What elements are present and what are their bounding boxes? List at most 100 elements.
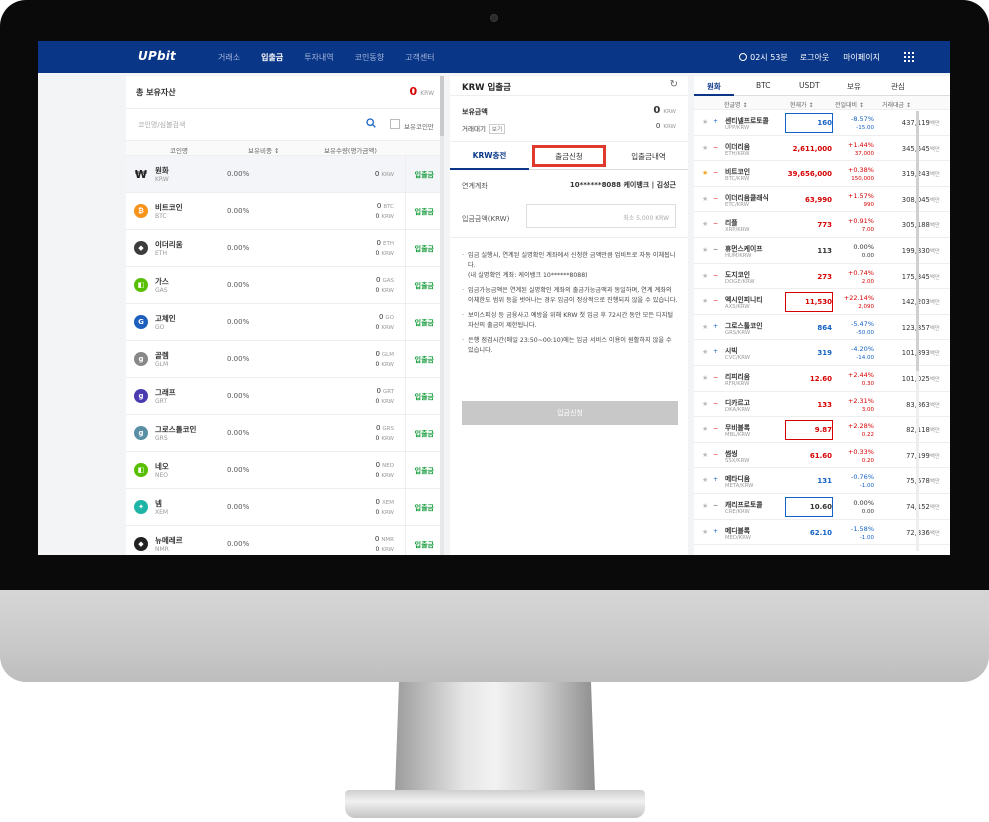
nav-investments[interactable]: 투자내역 xyxy=(304,52,333,63)
favorite-star-icon[interactable]: ★ xyxy=(702,323,708,331)
favorite-star-icon[interactable]: ★ xyxy=(702,425,708,433)
upbit-logo[interactable]: UPbit xyxy=(138,49,176,63)
col-coin-name[interactable]: 코인명 xyxy=(170,145,188,155)
deposit-withdraw-button[interactable]: 입출금 xyxy=(415,392,434,402)
tab-owned[interactable]: 보유 xyxy=(847,81,861,92)
holding-row[interactable]: ₩ 원화 KRW 0.00% 0 KRW 입출금 xyxy=(126,156,444,193)
deposit-withdraw-button[interactable]: 입출금 xyxy=(415,429,434,439)
mypage-link[interactable]: 마이페이지 xyxy=(843,52,880,63)
search-icon[interactable] xyxy=(366,118,376,128)
holding-row[interactable]: ◆ 이더리움 ETH 0.00% 0 ETH 0 KRW 입출금 xyxy=(126,230,444,267)
deposit-withdraw-button[interactable]: 입출금 xyxy=(415,207,434,217)
pending-view-button[interactable]: 보기 xyxy=(488,124,506,134)
market-coin-name: 무비블록 xyxy=(725,424,751,433)
favorite-star-icon[interactable]: ★ xyxy=(702,272,708,280)
favorite-star-icon[interactable]: ★ xyxy=(702,348,708,356)
favorite-star-icon[interactable]: ★ xyxy=(702,169,708,177)
favorite-star-icon[interactable]: ★ xyxy=(702,195,708,203)
col-korean-name[interactable]: 한글명 ↕ xyxy=(724,100,748,109)
col-change[interactable]: 전일대비 ↕ xyxy=(835,100,864,109)
col-holding-amount[interactable]: 보유수량(평가금액) xyxy=(324,145,377,155)
deposit-withdraw-button[interactable]: 입출금 xyxy=(415,318,434,328)
trend-mark-icon: − xyxy=(713,220,719,228)
nav-coin-trends[interactable]: 코인동향 xyxy=(355,52,384,63)
market-row[interactable]: ★ + 시빅CVC/KRW 319 -4.20%-14.00 101,893백만 xyxy=(694,340,950,366)
holding-row[interactable]: ₿ 비트코인 BTC 0.00% 0 BTC 0 KRW 입출금 xyxy=(126,193,444,230)
col-holding-ratio[interactable]: 보유비중 ↕ xyxy=(248,145,279,155)
tab-krw-market[interactable]: 원화 xyxy=(707,81,721,92)
market-row[interactable]: ★ + 그로스톨코인GRS/KRW 864 -5.47%-50.00 123,857백만 xyxy=(694,315,950,341)
holding-row[interactable]: ◧ 네오 NEO 0.00% 0 NEO 0 KRW 입출금 xyxy=(126,452,444,489)
market-row[interactable]: ★−썸씽SSX/KRW 61.60 +0.33%0.20 77,199백만 xyxy=(694,443,950,469)
deposit-withdraw-button[interactable]: 입출금 xyxy=(415,281,434,291)
market-row[interactable]: ★−휴먼스케이프HUM/KRW 113 0.00%0.00 199,830백만 xyxy=(694,238,950,264)
holdings-scrollbar[interactable] xyxy=(440,76,444,555)
favorite-star-icon[interactable]: ★ xyxy=(702,144,708,152)
deposit-withdraw-button[interactable]: 입출금 xyxy=(415,540,434,550)
market-row[interactable]: ★−캐리프로토콜CRE/KRW 10.60 0.00%0.00 74,152백만 xyxy=(694,494,950,520)
deposit-withdraw-button[interactable]: 입출금 xyxy=(415,355,434,365)
column-divider xyxy=(405,526,406,555)
deposit-submit-button[interactable]: 입금신청 xyxy=(462,401,678,425)
favorite-star-icon[interactable]: ★ xyxy=(702,246,708,254)
market-row[interactable]: ★ + 메디블록MED/KRW 62.10 -1.58%-1.00 72,336백만 xyxy=(694,520,950,546)
tab-krw-charge[interactable]: KRW충전 xyxy=(450,142,529,170)
logout-link[interactable]: 로그아웃 xyxy=(800,52,829,63)
owned-only-checkbox[interactable] xyxy=(390,119,400,129)
tab-history[interactable]: 입출금내역 xyxy=(609,142,688,170)
favorite-star-icon[interactable]: ★ xyxy=(702,502,708,510)
tab-usdt-market[interactable]: USDT xyxy=(799,81,820,90)
market-row[interactable]: ★−엑시인피니티AXS/KRW 11,530 +22.14%2,090 142,203… xyxy=(694,289,950,315)
holding-row[interactable]: ◧ 가스 GAS 0.00% 0 GAS 0 KRW 입출금 xyxy=(126,267,444,304)
market-row[interactable]: ★−디카르고DKA/KRW 133 +2.31%3.00 83,863백만 xyxy=(694,392,950,418)
tab-favorites[interactable]: 관심 xyxy=(891,81,905,92)
nav-customer-center[interactable]: 고객센터 xyxy=(405,52,434,63)
favorite-star-icon[interactable]: ★ xyxy=(702,400,708,408)
tab-btc-market[interactable]: BTC xyxy=(756,81,771,90)
deposit-withdraw-button[interactable]: 입출금 xyxy=(415,466,434,476)
market-row[interactable]: ★−이더리움ETH/KRW 2,611,000 +1.44%37,000 345,54… xyxy=(694,136,950,162)
holding-row[interactable]: ◆ 뉴메레르 NMR 0.00% 0 NMR 0 KRW 입출금 xyxy=(126,526,444,555)
refresh-icon[interactable]: ↻ xyxy=(670,79,678,90)
trend-mark-icon: + xyxy=(713,527,719,535)
app-grid-icon[interactable] xyxy=(904,52,914,62)
deposit-withdraw-button[interactable]: 입출금 xyxy=(415,244,434,254)
coin-name: 가스 xyxy=(155,277,169,286)
favorite-star-icon[interactable]: ★ xyxy=(702,451,708,459)
favorite-star-icon[interactable]: ★ xyxy=(702,374,708,382)
column-divider xyxy=(405,415,406,452)
deposit-title: KRW 입출금 xyxy=(462,83,511,93)
favorite-star-icon[interactable]: ★ xyxy=(702,220,708,228)
holding-row[interactable]: g 골렘 GLM 0.00% 0 GLM 0 KRW 입출금 xyxy=(126,341,444,378)
tab-withdraw-request[interactable]: 출금신청 xyxy=(529,142,609,170)
nav-deposit-withdraw[interactable]: 입출금 xyxy=(261,52,283,63)
deposit-withdraw-button[interactable]: 입출금 xyxy=(415,503,434,513)
col-current-price[interactable]: 현재가 ↕ xyxy=(790,100,814,109)
market-row[interactable]: ★−이더리움클래식ETC/KRW 63,990 +1.57%990 308,045백만 xyxy=(694,187,950,213)
market-row[interactable]: ★−리피리움RFR/KRW 12.60 +2.44%0.30 101,025백만 xyxy=(694,366,950,392)
holding-amount: 0 ETH xyxy=(376,239,394,247)
holding-row[interactable]: G 고체인 GO 0.00% 0 GO 0 KRW 입출금 xyxy=(126,304,444,341)
deposit-amount-input[interactable]: 최소 5,000 KRW xyxy=(526,204,676,228)
market-row[interactable]: ★−무비블록MBL/KRW 9.87 +2.28%0.22 82,118백만 xyxy=(694,417,950,443)
market-row[interactable]: ★−비트코인BTC/KRW 39,656,000 +0.38%150,000 319,… xyxy=(694,161,950,187)
session-timer[interactable]: 02시 53분 xyxy=(739,52,788,63)
holding-row[interactable]: g 그래프 GRT 0.00% 0 GRT 0 KRW 입출금 xyxy=(126,378,444,415)
market-row[interactable]: ★−도지코인DOGE/KRW 273 +0.74%2.00 175,345백만 xyxy=(694,264,950,290)
market-coin-name: 도지코인 xyxy=(725,270,751,279)
favorite-star-icon[interactable]: ★ xyxy=(702,476,708,484)
coin-search-input[interactable]: 코인명/심볼검색 xyxy=(138,120,185,130)
market-row[interactable]: ★ + 센티넬프로토콜UPP/KRW 160 -8.57% -15.00 437,119백만 xyxy=(694,110,950,136)
col-trade-value[interactable]: 거래대금 ↕ xyxy=(882,100,911,109)
favorite-star-icon[interactable]: ★ xyxy=(702,528,708,536)
favorite-star-icon[interactable]: ★ xyxy=(702,118,708,126)
holding-row[interactable]: g 그로스톨코인 GRS 0.00% 0 GRS 0 KRW 입출금 xyxy=(126,415,444,452)
session-time: 02시 53분 xyxy=(750,52,788,62)
favorite-star-icon[interactable]: ★ xyxy=(702,297,708,305)
market-scrollbar[interactable] xyxy=(916,111,919,551)
market-row[interactable]: ★−리플XRP/KRW 773 +0.91%7.00 305,188백만 xyxy=(694,212,950,238)
nav-exchange[interactable]: 거래소 xyxy=(218,52,240,63)
deposit-withdraw-button[interactable]: 입출금 xyxy=(415,170,434,180)
holding-row[interactable]: ✦ 넴 XEM 0.00% 0 XEM 0 KRW 입출금 xyxy=(126,489,444,526)
market-row[interactable]: ★ + 메타디움META/KRW 131 -0.76%-1.00 75,678백만 xyxy=(694,468,950,494)
